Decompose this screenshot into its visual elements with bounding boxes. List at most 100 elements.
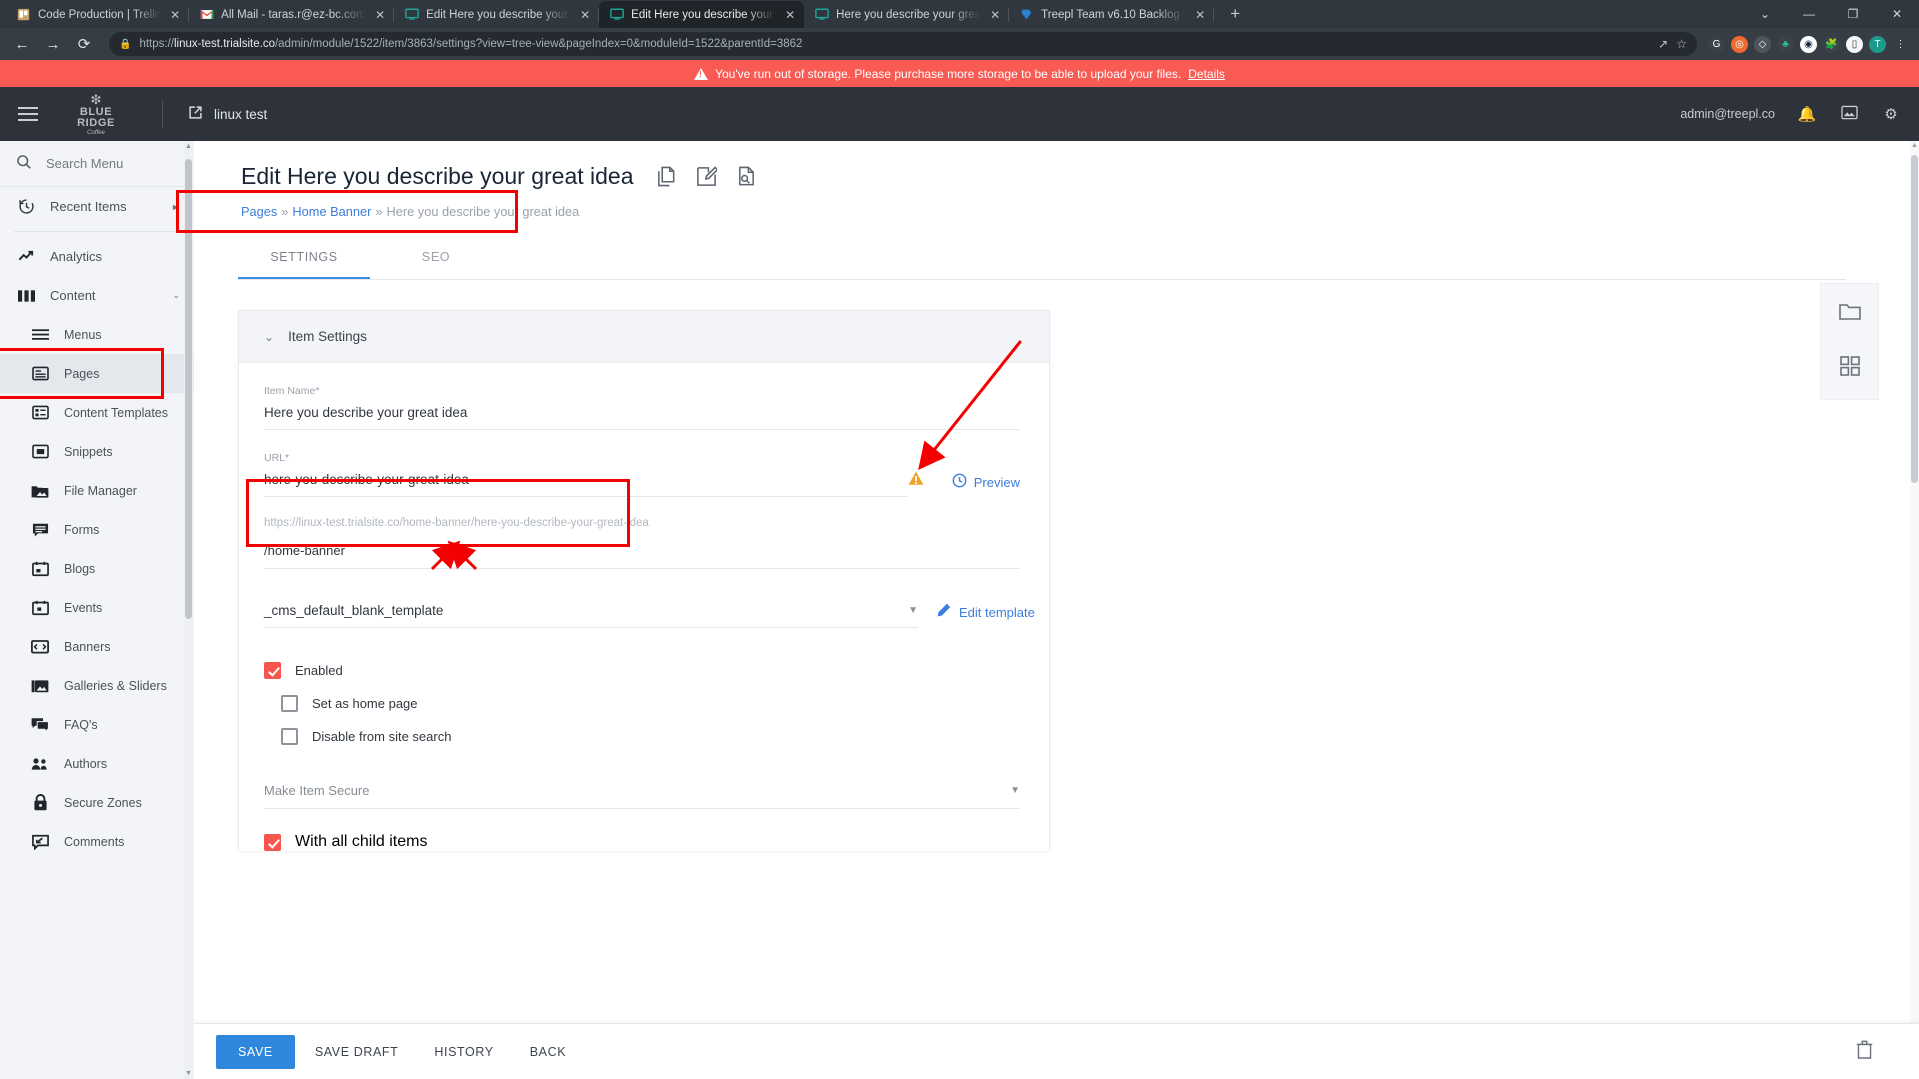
browser-tab[interactable]: Treepl Team v6.10 Backlog - Boar ✕ xyxy=(1009,1,1215,28)
close-icon[interactable]: ✕ xyxy=(373,8,387,22)
sidebar-item-content[interactable]: Content ⌄ xyxy=(0,276,194,315)
browser-tab[interactable]: Edit Here you describe your grea ✕ xyxy=(394,1,600,28)
edit-template-link[interactable]: Edit template xyxy=(936,603,1035,621)
close-icon[interactable]: ✕ xyxy=(988,8,1002,22)
reload-icon[interactable]: ⟳ xyxy=(70,31,98,57)
close-icon[interactable]: ✕ xyxy=(168,8,182,22)
gear-icon[interactable]: ⚙ xyxy=(1881,105,1901,123)
bell-icon[interactable]: 🔔 xyxy=(1797,105,1817,123)
sidebar-item-faqs[interactable]: FAQ's xyxy=(0,705,194,744)
url-input[interactable]: here-you-describe-your-great-idea xyxy=(264,464,908,497)
checkbox-disable-from-site-search[interactable] xyxy=(281,728,298,745)
extension-icon-gray[interactable]: ◇ xyxy=(1754,35,1771,53)
storage-alert-details-link[interactable]: Details xyxy=(1188,67,1225,81)
breadcrumb-root[interactable]: Pages xyxy=(241,204,277,219)
close-icon[interactable]: ✕ xyxy=(783,8,797,22)
extension-icon-green[interactable]: ♣ xyxy=(1777,35,1794,53)
scroll-down-icon[interactable]: ▼ xyxy=(185,1070,192,1077)
edit-note-icon[interactable] xyxy=(696,166,717,187)
browser-tab[interactable]: Code Production | Trello ✕ xyxy=(6,1,190,28)
trash-icon[interactable] xyxy=(1856,1040,1873,1064)
sidebar-item-blogs[interactable]: Blogs xyxy=(0,549,194,588)
browser-tab[interactable]: Here you describe your great ide ✕ xyxy=(804,1,1010,28)
profile-avatar[interactable]: T xyxy=(1869,35,1886,53)
tab-seo[interactable]: SEO xyxy=(370,237,502,279)
address-bar[interactable]: 🔒 https://linux-test.trialsite.co/admin/… xyxy=(109,32,1697,56)
sidebar-scrollbar[interactable]: ▲ ▼ xyxy=(184,141,193,1079)
bookmark-star-icon[interactable]: ☆ xyxy=(1676,37,1687,51)
sidebar-item-banners[interactable]: Banners xyxy=(0,627,194,666)
close-window-button[interactable]: ✕ xyxy=(1875,0,1919,28)
restore-button[interactable]: ❐ xyxy=(1831,0,1875,28)
extension-icon-white[interactable]: ◉ xyxy=(1800,35,1817,53)
sidebar-item-snippets[interactable]: Snippets xyxy=(0,432,194,471)
history-button[interactable]: HISTORY xyxy=(418,1035,509,1069)
main-scroll-thumb[interactable] xyxy=(1911,155,1918,483)
sidebar-item-authors[interactable]: Authors xyxy=(0,744,194,783)
forward-icon[interactable]: → xyxy=(39,31,67,57)
preview-link[interactable]: Preview xyxy=(952,473,1020,491)
checkbox-set-as-home-page[interactable] xyxy=(281,695,298,712)
checkbox-row-set-as-home-page[interactable]: Set as home page xyxy=(264,687,1020,720)
sidebar-item-comments[interactable]: Comments xyxy=(0,822,194,861)
extension-icon-sidepanel[interactable]: ▯ xyxy=(1846,35,1863,53)
checkbox-row-with-all-child-items[interactable]: With all child items xyxy=(264,809,1020,851)
chevron-down-icon[interactable]: ▼ xyxy=(1010,785,1020,796)
url-folder-value[interactable]: /home-banner xyxy=(264,529,1020,569)
sidebar-scroll-thumb[interactable] xyxy=(185,159,192,619)
image-icon[interactable] xyxy=(1839,105,1859,124)
sidebar-item-pages[interactable]: Pages xyxy=(0,354,194,393)
sidebar-item-secure-zones[interactable]: Secure Zones xyxy=(0,783,194,822)
title-actions xyxy=(656,166,757,187)
tab-settings[interactable]: SETTINGS xyxy=(238,237,370,279)
make-item-secure-select[interactable]: Make Item Secure ▼ xyxy=(264,753,1020,809)
breadcrumb-parent[interactable]: Home Banner xyxy=(292,204,371,219)
extension-icon-grammarly[interactable]: G xyxy=(1708,35,1725,53)
save-draft-button[interactable]: SAVE DRAFT xyxy=(299,1035,415,1069)
item-settings-header[interactable]: ⌄ Item Settings xyxy=(239,311,1049,363)
share-icon[interactable]: ↗ xyxy=(1658,37,1668,51)
site-link[interactable]: linux test xyxy=(187,104,267,124)
scroll-up-icon[interactable]: ▲ xyxy=(1911,142,1918,149)
new-tab-button[interactable]: + xyxy=(1222,1,1248,27)
save-button[interactable]: SAVE xyxy=(216,1034,295,1069)
back-icon[interactable]: ← xyxy=(8,31,36,57)
template-select[interactable]: _cms_default_blank_template ▼ xyxy=(264,603,918,628)
duplicate-icon[interactable] xyxy=(656,166,677,187)
hamburger-menu-icon[interactable] xyxy=(0,87,56,141)
folder-icon[interactable] xyxy=(1838,302,1861,326)
sidebar-item-menus[interactable]: Menus xyxy=(0,315,194,354)
chevron-down-icon[interactable]: ⌄ xyxy=(264,330,274,344)
back-button[interactable]: BACK xyxy=(514,1035,582,1069)
browser-tab-active[interactable]: Edit Here you describe your grea ✕ xyxy=(599,1,805,28)
sidebar-item-forms[interactable]: Forms xyxy=(0,510,194,549)
tab-search-icon[interactable]: ⌄ xyxy=(1743,0,1787,28)
extension-icon-orange[interactable]: ◎ xyxy=(1731,35,1748,53)
page-preview-icon[interactable] xyxy=(736,166,757,187)
url-input-wrap[interactable]: URL* here-you-describe-your-great-idea xyxy=(264,452,908,497)
sidebar-item-file-manager[interactable]: File Manager xyxy=(0,471,194,510)
browser-tab[interactable]: All Mail - taras.r@ez-bc.com - EZ ✕ xyxy=(189,1,395,28)
sidebar-item-label: FAQ's xyxy=(64,717,98,732)
extension-icon-puzzle[interactable]: 🧩 xyxy=(1823,35,1840,53)
scroll-up-icon[interactable]: ▲ xyxy=(185,143,192,150)
close-icon[interactable]: ✕ xyxy=(578,8,592,22)
checkbox-with-all-child-items[interactable] xyxy=(264,833,281,851)
close-icon[interactable]: ✕ xyxy=(1193,8,1207,22)
sidebar-item-analytics[interactable]: Analytics xyxy=(0,237,194,276)
item-name-field[interactable]: Item Name* Here you describe your great … xyxy=(264,363,1020,430)
chevron-down-icon[interactable]: ▼ xyxy=(908,605,918,616)
sidebar-item-content-templates[interactable]: Content Templates xyxy=(0,393,194,432)
sidebar-item-recent-items[interactable]: Recent Items ► xyxy=(0,187,194,226)
chrome-menu-icon[interactable]: ⋮ xyxy=(1892,36,1909,53)
minimize-button[interactable]: — xyxy=(1787,0,1831,28)
sidebar-item-events[interactable]: Events xyxy=(0,588,194,627)
checkbox-row-disable-from-site-search[interactable]: Disable from site search xyxy=(264,720,1020,753)
search-menu-input[interactable]: Search Menu xyxy=(0,141,194,187)
checkbox-enabled[interactable] xyxy=(264,662,281,679)
sidebar-item-galleries-sliders[interactable]: Galleries & Sliders xyxy=(0,666,194,705)
item-name-input[interactable]: Here you describe your great idea xyxy=(264,397,1020,430)
grid-icon[interactable] xyxy=(1839,356,1860,381)
main-scrollbar[interactable]: ▲ ▼ xyxy=(1910,141,1919,1079)
checkbox-row-enabled[interactable]: Enabled xyxy=(264,654,1020,687)
